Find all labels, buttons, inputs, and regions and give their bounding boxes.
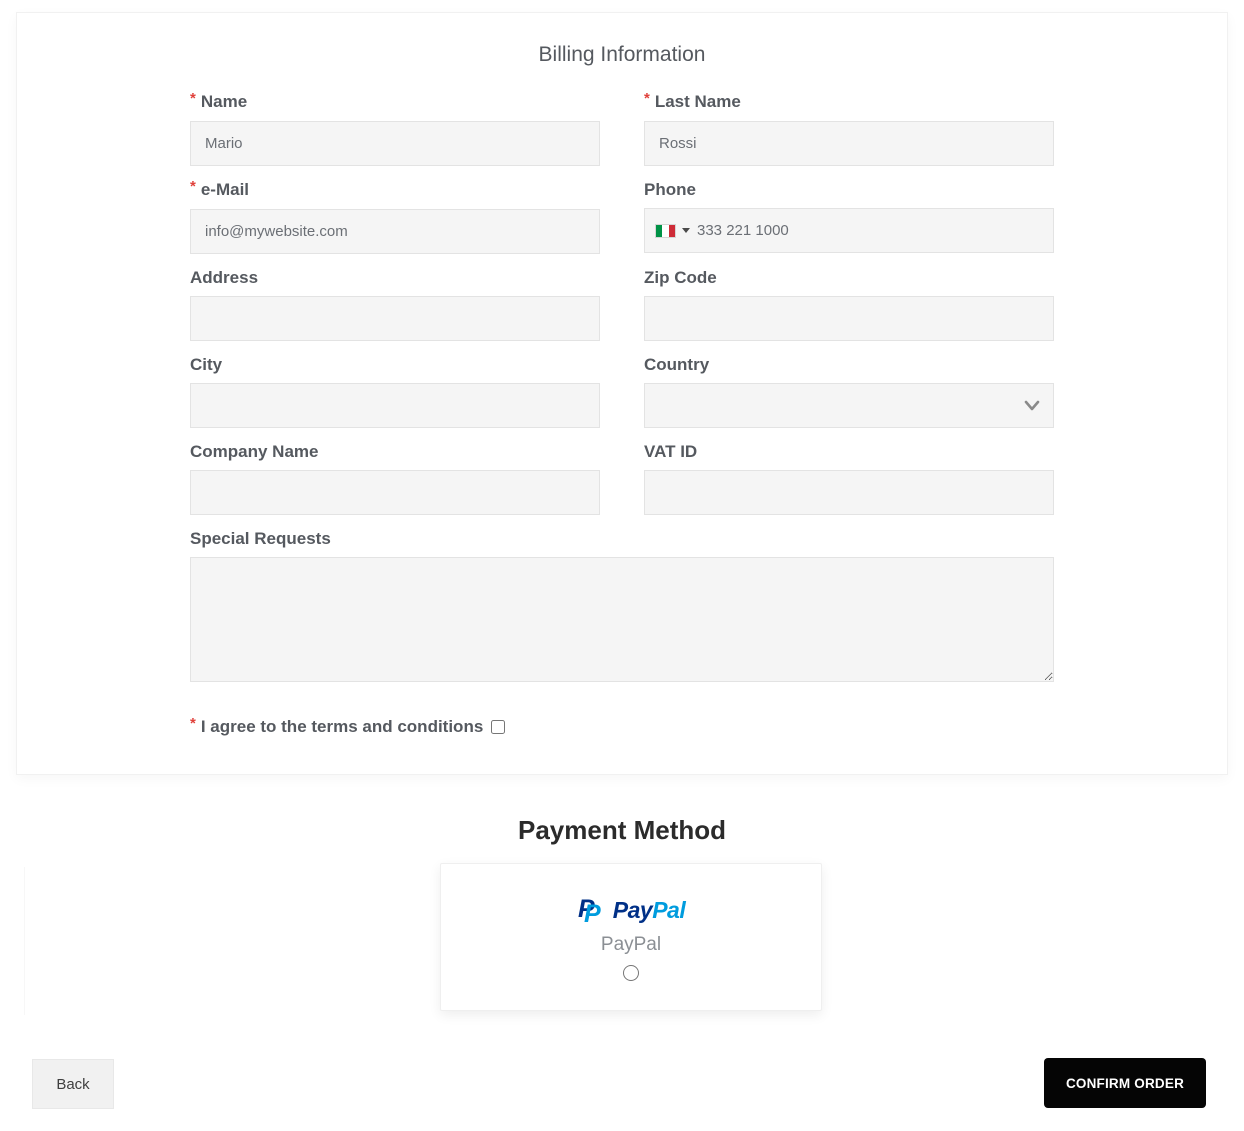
paypal-wordmark: PayPal (612, 896, 686, 923)
phone-field-group: Phone (644, 181, 1054, 254)
italy-flag-icon (655, 223, 676, 238)
vat-field-group: VAT ID (644, 443, 1054, 515)
phone-input[interactable] (697, 209, 1043, 252)
terms-checkbox[interactable] (491, 720, 506, 734)
billing-form: *Name *Last Name *e-Mail Phone (190, 90, 1054, 737)
address-input[interactable] (190, 296, 600, 341)
paypal-method-card[interactable]: P P PayPal PayPal (440, 863, 822, 1011)
email-input[interactable] (190, 209, 600, 254)
payment-method-title: Payment Method (517, 815, 727, 845)
billing-title: Billing Information (538, 43, 706, 66)
confirm-order-button[interactable]: CONFIRM ORDER (1044, 1058, 1206, 1108)
country-select[interactable] (644, 383, 1054, 428)
address-label: Address (190, 268, 259, 287)
terms-row: * I agree to the terms and conditions (190, 715, 1054, 737)
chevron-down-icon (1024, 400, 1040, 411)
phone-label: Phone (644, 180, 696, 199)
payment-area-divider (24, 867, 25, 1015)
company-label: Company Name (190, 442, 319, 461)
name-field-group: * Name (190, 90, 600, 166)
paypal-monogram-icon: P P (578, 895, 601, 926)
country-label: Country (644, 355, 710, 374)
company-input[interactable] (190, 470, 600, 515)
city-label: City (190, 355, 223, 374)
required-asterisk: * (190, 90, 196, 107)
zip-field-group: Zip Code (644, 269, 1054, 341)
required-asterisk: * (190, 715, 196, 732)
phone-input-wrapper (644, 208, 1054, 253)
city-input[interactable] (190, 383, 600, 428)
zip-input[interactable] (644, 296, 1054, 341)
last-name-label: * Last Name (644, 90, 741, 111)
city-field-group: City (190, 356, 600, 428)
address-field-group: Address (190, 269, 600, 341)
vat-input[interactable] (644, 470, 1054, 515)
svg-text:P: P (584, 900, 601, 926)
email-field-group: * e-Mail (190, 178, 600, 254)
name-label: * Name (190, 90, 248, 111)
back-button[interactable]: Back (32, 1059, 114, 1109)
dropdown-caret-icon (682, 228, 690, 233)
zip-label: Zip Code (644, 268, 717, 287)
country-code-dropdown[interactable] (655, 223, 690, 238)
terms-label: * I agree to the terms and conditions (190, 715, 484, 736)
name-input[interactable] (190, 121, 600, 166)
special-requests-field-group: Special Requests (190, 530, 1054, 682)
vat-label: VAT ID (644, 442, 698, 461)
billing-panel: Billing Information *Name *Last Name *e-… (16, 12, 1228, 775)
paypal-method-name: PayPal (600, 934, 662, 955)
country-field-group: Country (644, 356, 1054, 428)
last-name-input[interactable] (644, 121, 1054, 166)
required-asterisk: * (190, 178, 196, 195)
special-requests-label: Special Requests (190, 529, 331, 548)
paypal-radio[interactable] (623, 965, 639, 981)
special-requests-textarea[interactable] (190, 557, 1054, 682)
required-asterisk: * (644, 90, 650, 107)
email-label: * e-Mail (190, 178, 250, 199)
company-field-group: Company Name (190, 443, 600, 515)
paypal-logo: P P PayPal (577, 894, 686, 926)
last-name-field-group: * Last Name (644, 90, 1054, 166)
